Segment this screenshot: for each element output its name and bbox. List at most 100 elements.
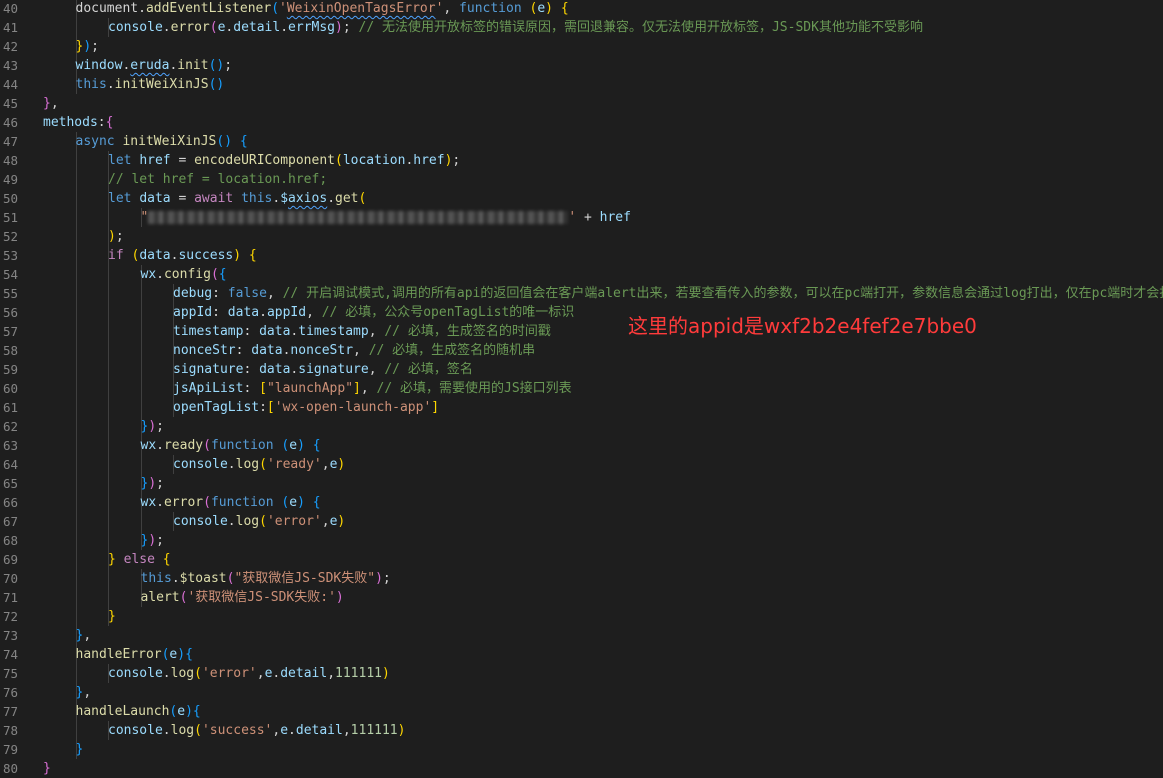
code-line[interactable]: 68});: [0, 531, 1163, 550]
code-token: signature: [298, 362, 369, 377]
code-line[interactable]: 56 appId: data.appId, // 必填，公众号openTagLis…: [0, 303, 1163, 322]
code-line[interactable]: 48 let href = encodeURIComponent(location…: [0, 151, 1163, 170]
code-line[interactable]: 69} else {: [0, 550, 1163, 569]
code-token: error: [163, 495, 204, 510]
code-token: location: [342, 153, 406, 168]
code-line[interactable]: 53 if (data.success) {: [0, 246, 1163, 265]
code-token: :: [212, 286, 228, 301]
indent-guide: [140, 322, 142, 341]
code-line[interactable]: 77 handleLaunch(e){: [0, 702, 1163, 721]
code-line[interactable]: 47 async initWeiXinJS() {: [0, 132, 1163, 151]
code-token: "launchApp": [266, 381, 354, 396]
code-line[interactable]: 72}: [0, 607, 1163, 626]
code-line[interactable]: 52);: [0, 227, 1163, 246]
code-token: ): [381, 666, 390, 681]
indent-guide: [75, 550, 77, 569]
code-line[interactable]: 41 console.error(e.detail.errMsg); // 无法使…: [0, 18, 1163, 37]
code-token: e: [289, 438, 298, 453]
code-token: await: [194, 191, 234, 206]
code-token: // 必填，签名: [384, 362, 473, 377]
indent-guide: [75, 341, 77, 360]
code-token: axios: [288, 191, 328, 206]
code-token: function: [210, 495, 274, 510]
code-token: ,: [321, 514, 330, 529]
code-text: );: [108, 227, 124, 246]
code-token: ): [335, 590, 344, 605]
code-line[interactable]: 50 let data = await this.$axios.get(: [0, 189, 1163, 208]
code-token: :: [212, 305, 228, 320]
code-token: ;: [452, 153, 461, 168]
code-line[interactable]: 54 wx.config({: [0, 265, 1163, 284]
indent-guide: [75, 493, 77, 512]
code-line[interactable]: 78 console.log('success',e.detail,111111): [0, 721, 1163, 740]
line-number: 74: [2, 647, 18, 662]
code-line[interactable]: 46 methods:{: [0, 113, 1163, 132]
indent-guide: [140, 512, 142, 531]
code-line[interactable]: 76},: [0, 683, 1163, 702]
code-token: WeixinOpenTagsError: [286, 1, 436, 16]
code-line[interactable]: 67 console.log('error',e): [0, 512, 1163, 531]
code-line[interactable]: 60 jsApiList: ["launchApp"], // 必填，需要使用的J…: [0, 379, 1163, 398]
code-line[interactable]: 65});: [0, 474, 1163, 493]
code-text: console.log('error',e): [173, 512, 345, 531]
code-line[interactable]: 49 // let href = location.href;: [0, 170, 1163, 189]
indent-guide: [108, 303, 109, 322]
code-line[interactable]: 70 this.$toast("获取微信JS-SDK失败");: [0, 569, 1163, 588]
code-token: 'error': [201, 666, 257, 681]
code-line[interactable]: 71 alert('获取微信JS-SDK失败:'): [0, 588, 1163, 607]
code-token: console: [108, 666, 163, 681]
line-number: 57: [2, 324, 18, 339]
code-line[interactable]: 61 openTagList:['wx-open-launch-app']: [0, 398, 1163, 417]
code-token: =: [170, 191, 195, 206]
code-token: config: [163, 267, 211, 282]
code-line[interactable]: 59 signature: data.signature, // 必填，签名: [0, 360, 1163, 379]
code-line[interactable]: 58 nonceStr: data.nonceStr, // 必填，生成签名的随机…: [0, 341, 1163, 360]
code-token: appId: [266, 305, 307, 320]
code-token: ): [297, 495, 305, 510]
code-token: .: [156, 495, 164, 510]
code-line[interactable]: 40 document.addEventListener('WeixinOpenT…: [0, 0, 1163, 18]
code-token: ;: [156, 533, 164, 548]
code-line[interactable]: 73},: [0, 626, 1163, 645]
code-token: ": [140, 210, 149, 225]
code-text: },: [76, 626, 92, 645]
code-token: {: [185, 647, 193, 662]
code-token: data: [139, 248, 171, 263]
indent-guide: [75, 246, 77, 265]
code-token: get: [335, 191, 359, 206]
code-line[interactable]: 44 this.initWeiXinJS(): [0, 75, 1163, 94]
code-token: nonceStr: [290, 343, 354, 358]
indent-guide: [75, 322, 77, 341]
code-line[interactable]: 64 console.log('ready',e): [0, 455, 1163, 474]
code-token: handleError: [75, 647, 162, 662]
code-token: // 必填，生成签名的时间戳: [384, 324, 551, 339]
code-token: 'success': [201, 723, 273, 738]
indent-guide: [108, 341, 109, 360]
code-line[interactable]: 42});: [0, 37, 1163, 56]
indent-guide: [75, 379, 77, 398]
code-line[interactable]: 43 window.eruda.init();: [0, 56, 1163, 75]
code-line[interactable]: 74 handleError(e){: [0, 645, 1163, 664]
indent-guide: [108, 436, 109, 455]
code-line[interactable]: 45},: [0, 94, 1163, 113]
code-line[interactable]: 55 debug: false, // 开启调试模式,调用的所有api的返回值会在…: [0, 284, 1163, 303]
code-editor[interactable]: 40 document.addEventListener('WeixinOpenT…: [0, 0, 1163, 778]
code-line[interactable]: 62});: [0, 417, 1163, 436]
code-token: methods: [43, 115, 98, 130]
code-line[interactable]: 79}: [0, 740, 1163, 759]
code-token: "获取微信JS-SDK失败": [234, 571, 376, 586]
code-line[interactable]: 80}: [0, 759, 1163, 778]
code-token: 111111: [350, 723, 398, 738]
code-token: timestamp: [298, 324, 369, 339]
indent-guide: [75, 18, 77, 37]
code-token: {: [312, 495, 321, 510]
code-line[interactable]: 63 wx.ready(function (e) {: [0, 436, 1163, 455]
code-line[interactable]: 51 " ' + href: [0, 208, 1163, 227]
line-number: 46: [2, 115, 18, 130]
code-line[interactable]: 57 timestamp: data.timestamp, // 必填，生成签名的…: [0, 322, 1163, 341]
code-token: // 必填，公众号openTagList的唯一标识: [321, 305, 575, 320]
code-line[interactable]: 75 console.log('error',e.detail,111111): [0, 664, 1163, 683]
line-number: 80: [2, 761, 18, 776]
code-line[interactable]: 66 wx.error(function (e) {: [0, 493, 1163, 512]
